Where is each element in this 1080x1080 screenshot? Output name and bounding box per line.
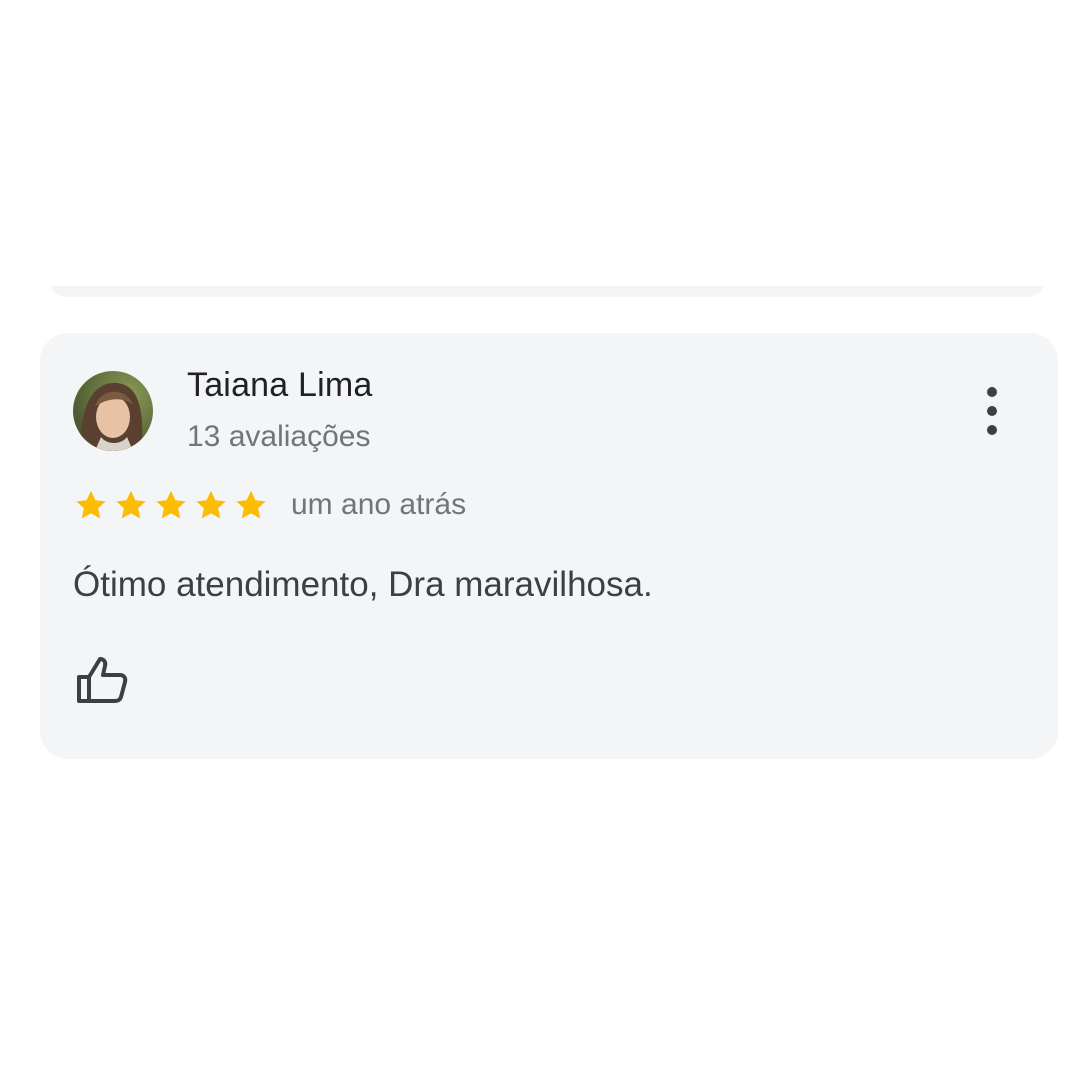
avatar-photo <box>73 371 153 451</box>
star-icon <box>156 490 186 519</box>
review-card: Taiana Lima 13 avaliações um ano atrás Ó… <box>40 333 1058 759</box>
star-icon <box>116 490 146 519</box>
star-rating <box>73 487 269 523</box>
reviewer-review-count: 13 avaliações <box>187 420 371 453</box>
more-vert-icon-dot <box>987 387 997 397</box>
star-icon <box>236 490 266 519</box>
avatar[interactable] <box>73 371 153 451</box>
more-options-button[interactable] <box>978 383 1006 439</box>
rating-row: um ano atrás <box>73 485 466 525</box>
more-vert-icon-dot <box>987 406 997 416</box>
star-icon <box>196 490 226 519</box>
review-date: um ano atrás <box>291 488 467 521</box>
like-button[interactable] <box>73 651 133 711</box>
review-text: Ótimo atendimento, Dra maravilhosa. <box>73 565 653 604</box>
thumb-up-icon <box>77 657 128 703</box>
reviewer-name[interactable]: Taiana Lima <box>187 366 373 405</box>
star-icon <box>76 490 106 519</box>
blank-area <box>40 0 1050 286</box>
more-vert-icon-dot <box>987 425 997 435</box>
